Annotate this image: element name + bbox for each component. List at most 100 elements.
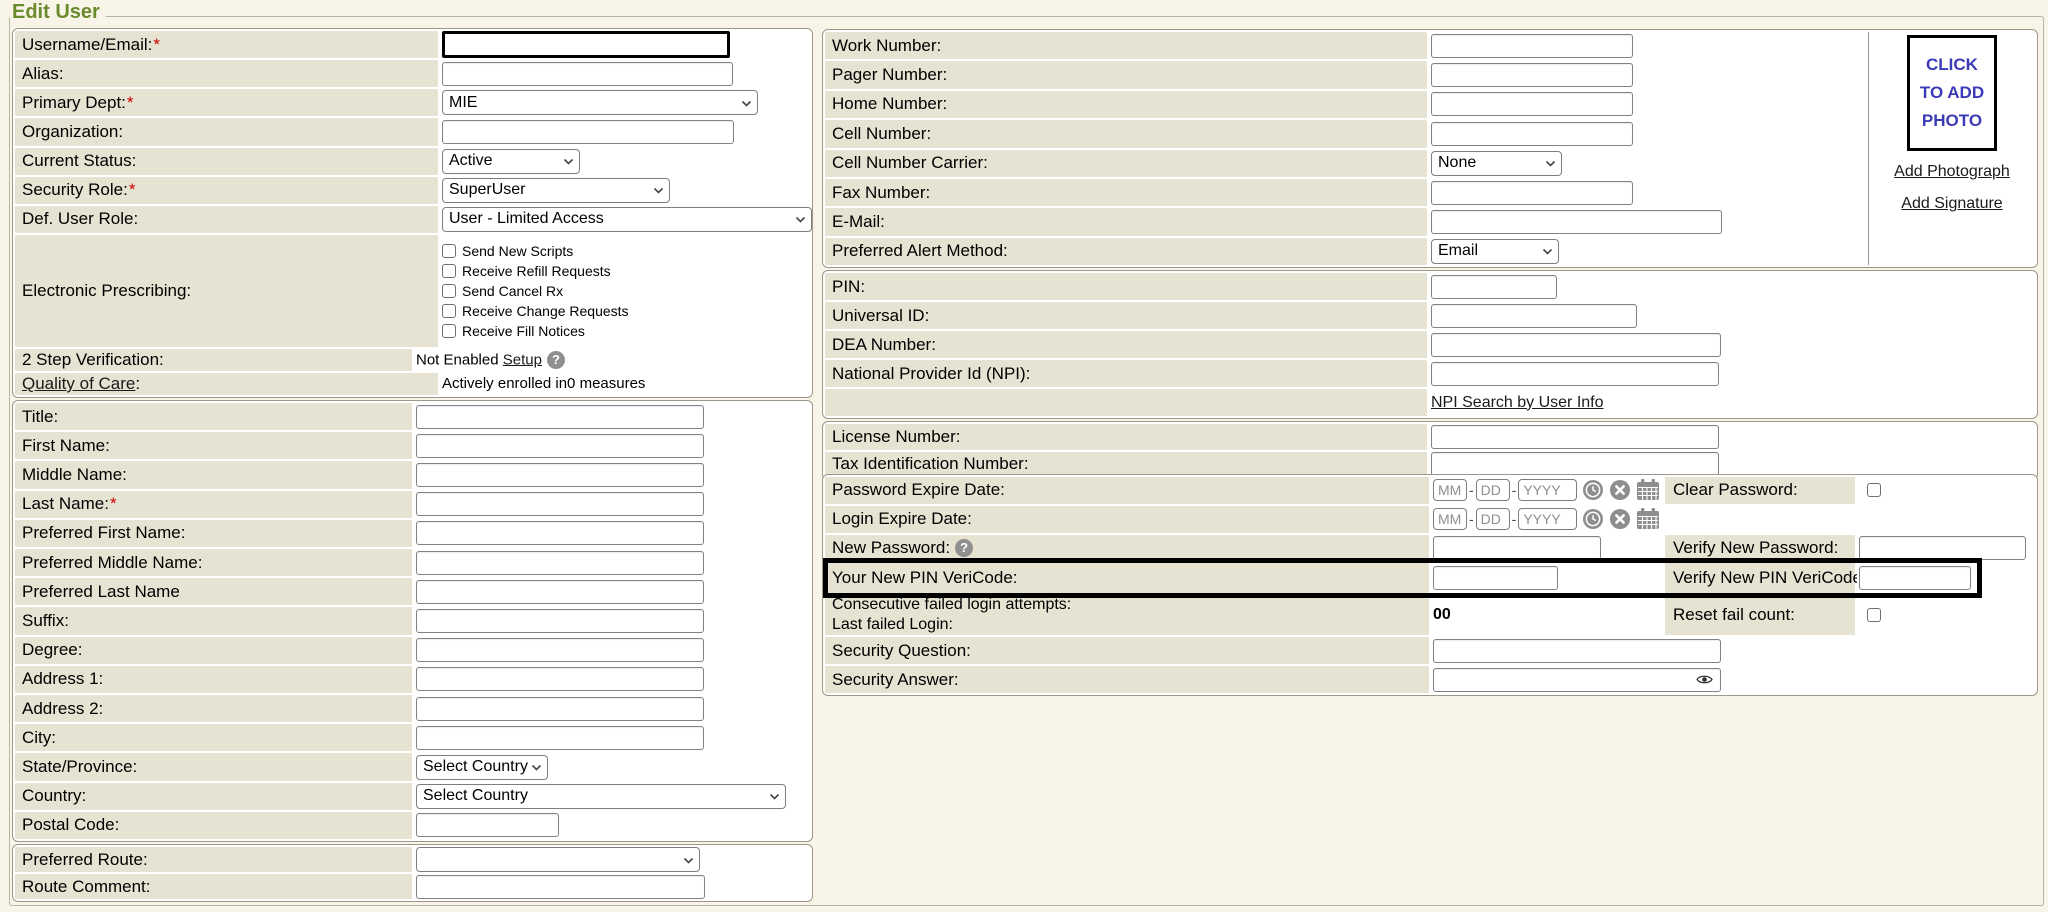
login-expire-date-mm-input[interactable]: MM (1433, 508, 1467, 530)
password-expire-date-mm-input[interactable]: MM (1433, 479, 1467, 501)
setup-link[interactable]: Setup (503, 351, 542, 368)
blank-label (825, 389, 1427, 416)
last-name-input[interactable] (416, 492, 704, 516)
password-expire-date-date-picker: MM-DD-YYYY (1433, 479, 1660, 501)
preferred-route-select[interactable] (416, 847, 700, 872)
password-expire-date-date-separator: - (1469, 482, 1474, 498)
receive-refill-requests-checkbox[interactable] (442, 264, 456, 278)
def-user-role-select[interactable]: User - Limited Access (442, 207, 812, 232)
receive-fill-notices-checkbox[interactable] (442, 324, 456, 338)
password-expire-date-clear-date-icon[interactable] (1609, 479, 1631, 501)
country-select[interactable]: Select Country (416, 784, 786, 809)
security-role-select[interactable]: SuperUser (442, 178, 670, 203)
state-province-select-value: Select Country (423, 758, 528, 776)
eye-icon[interactable] (1696, 674, 1713, 685)
form-row: Route Comment: (15, 874, 810, 899)
preferred-alert-method-select[interactable]: Email (1431, 239, 1559, 264)
reset-fail-count-checkbox[interactable] (1867, 608, 1881, 622)
middle-name-input[interactable] (416, 463, 704, 487)
login-expire-date-yyyy-input[interactable]: YYYY (1518, 508, 1577, 530)
form-row: Title: (15, 403, 810, 430)
primary-dept-select[interactable]: MIE (442, 90, 758, 115)
preferred-alert-method-field-cell: Email (1429, 238, 1866, 265)
clear-password-checkbox[interactable] (1867, 483, 1881, 497)
title-input[interactable] (416, 405, 704, 429)
new-password-input[interactable] (1433, 536, 1601, 560)
address-1-input[interactable] (416, 667, 704, 691)
pager-number-field-cell (1429, 61, 1866, 88)
password-expire-date-clock-icon[interactable] (1582, 479, 1604, 501)
last-name-label: Last Name:* (15, 491, 412, 518)
chevron-down-icon (653, 187, 664, 194)
security-answer-input[interactable] (1433, 668, 1721, 692)
login-expire-date-clear-date-icon[interactable] (1609, 508, 1631, 530)
tax-identification-number-input[interactable] (1431, 452, 1719, 476)
verify-new-password-input[interactable] (1859, 536, 2026, 560)
login-expire-date-clock-icon[interactable] (1582, 508, 1604, 530)
form-row: City: (15, 724, 810, 751)
help-icon[interactable]: ? (547, 351, 565, 369)
pin-input[interactable] (1431, 275, 1557, 299)
add-photo-box[interactable]: CLICKTO ADDPHOTO (1907, 35, 1997, 151)
chevron-down-icon (563, 158, 574, 165)
current-status-select-value: Active (449, 152, 493, 170)
degree-input[interactable] (416, 638, 704, 662)
help-icon[interactable]: ? (955, 539, 973, 557)
suffix-input[interactable] (416, 609, 704, 633)
cell-number-input[interactable] (1431, 122, 1633, 146)
receive-change-requests-checkbox[interactable] (442, 304, 456, 318)
chevron-down-icon (769, 793, 780, 800)
cell-number-field-cell (1429, 120, 1866, 147)
your-new-pin-vericode-input[interactable] (1433, 566, 1558, 590)
verify-new-pin-vericode-field-cell (1857, 563, 2035, 593)
verify-new-password-field-cell (1857, 535, 2035, 562)
send-new-scripts-checkbox[interactable] (442, 244, 456, 258)
national-provider-id-npi-input[interactable] (1431, 362, 1719, 386)
username-email-label: Username/Email:* (15, 31, 438, 58)
login-expire-date-dd-input[interactable]: DD (1476, 508, 1510, 530)
alias-input[interactable] (442, 62, 733, 86)
preferred-last-name-input[interactable] (416, 580, 704, 604)
password-expire-date-calendar-icon[interactable] (1636, 479, 1660, 501)
preferred-middle-name-label: Preferred Middle Name: (15, 549, 412, 576)
address-2-input[interactable] (416, 697, 704, 721)
fax-number-input[interactable] (1431, 181, 1633, 205)
first-name-input[interactable] (416, 434, 704, 458)
route-comment-input[interactable] (416, 875, 705, 899)
preferred-middle-name-input[interactable] (416, 551, 704, 575)
dea-number-input[interactable] (1431, 333, 1721, 357)
city-input[interactable] (416, 726, 704, 750)
state-province-select[interactable]: Select Country (416, 755, 548, 780)
cell-number-carrier-label: Cell Number Carrier: (825, 150, 1427, 177)
organization-input[interactable] (442, 120, 734, 144)
add-signature-link[interactable]: Add Signature (1901, 195, 2002, 213)
quality-of-care-link[interactable]: Quality of Care (22, 374, 135, 394)
license-number-input[interactable] (1431, 425, 1719, 449)
security-question-input[interactable] (1433, 639, 1721, 663)
current-status-select[interactable]: Active (442, 149, 580, 174)
universal-id-input[interactable] (1431, 304, 1637, 328)
verify-new-pin-vericode-input[interactable] (1859, 566, 1971, 590)
address-2-field-cell (414, 695, 810, 722)
login-expire-date-calendar-icon[interactable] (1636, 508, 1660, 530)
password-expire-date-dd-input[interactable]: DD (1476, 479, 1510, 501)
e-mail-input[interactable] (1431, 210, 1722, 234)
form-row: DEA Number: (825, 331, 2035, 358)
work-number-input[interactable] (1431, 34, 1633, 58)
security-answer-label: Security Answer: (825, 666, 1429, 693)
home-number-input[interactable] (1431, 92, 1633, 116)
postal-code-input[interactable] (416, 813, 559, 837)
send-cancel-rx-checkbox[interactable] (442, 284, 456, 298)
def-user-role-label: Def. User Role: (15, 206, 438, 233)
cell-number-carrier-select[interactable]: None (1431, 151, 1562, 176)
username-email-field-cell (440, 31, 810, 58)
add-photograph-link[interactable]: Add Photograph (1894, 163, 2010, 181)
form-row: Username/Email:* (15, 31, 810, 58)
pager-number-input[interactable] (1431, 63, 1633, 87)
electronic-prescribing-field-cell: Send New ScriptsReceive Refill RequestsS… (440, 235, 810, 347)
city-field-cell (414, 724, 810, 751)
npi-search-by-user-info-link[interactable]: NPI Search by User Info (1431, 394, 1604, 412)
password-expire-date-yyyy-input[interactable]: YYYY (1518, 479, 1577, 501)
username-email-input[interactable] (442, 31, 730, 58)
preferred-first-name-input[interactable] (416, 521, 704, 545)
